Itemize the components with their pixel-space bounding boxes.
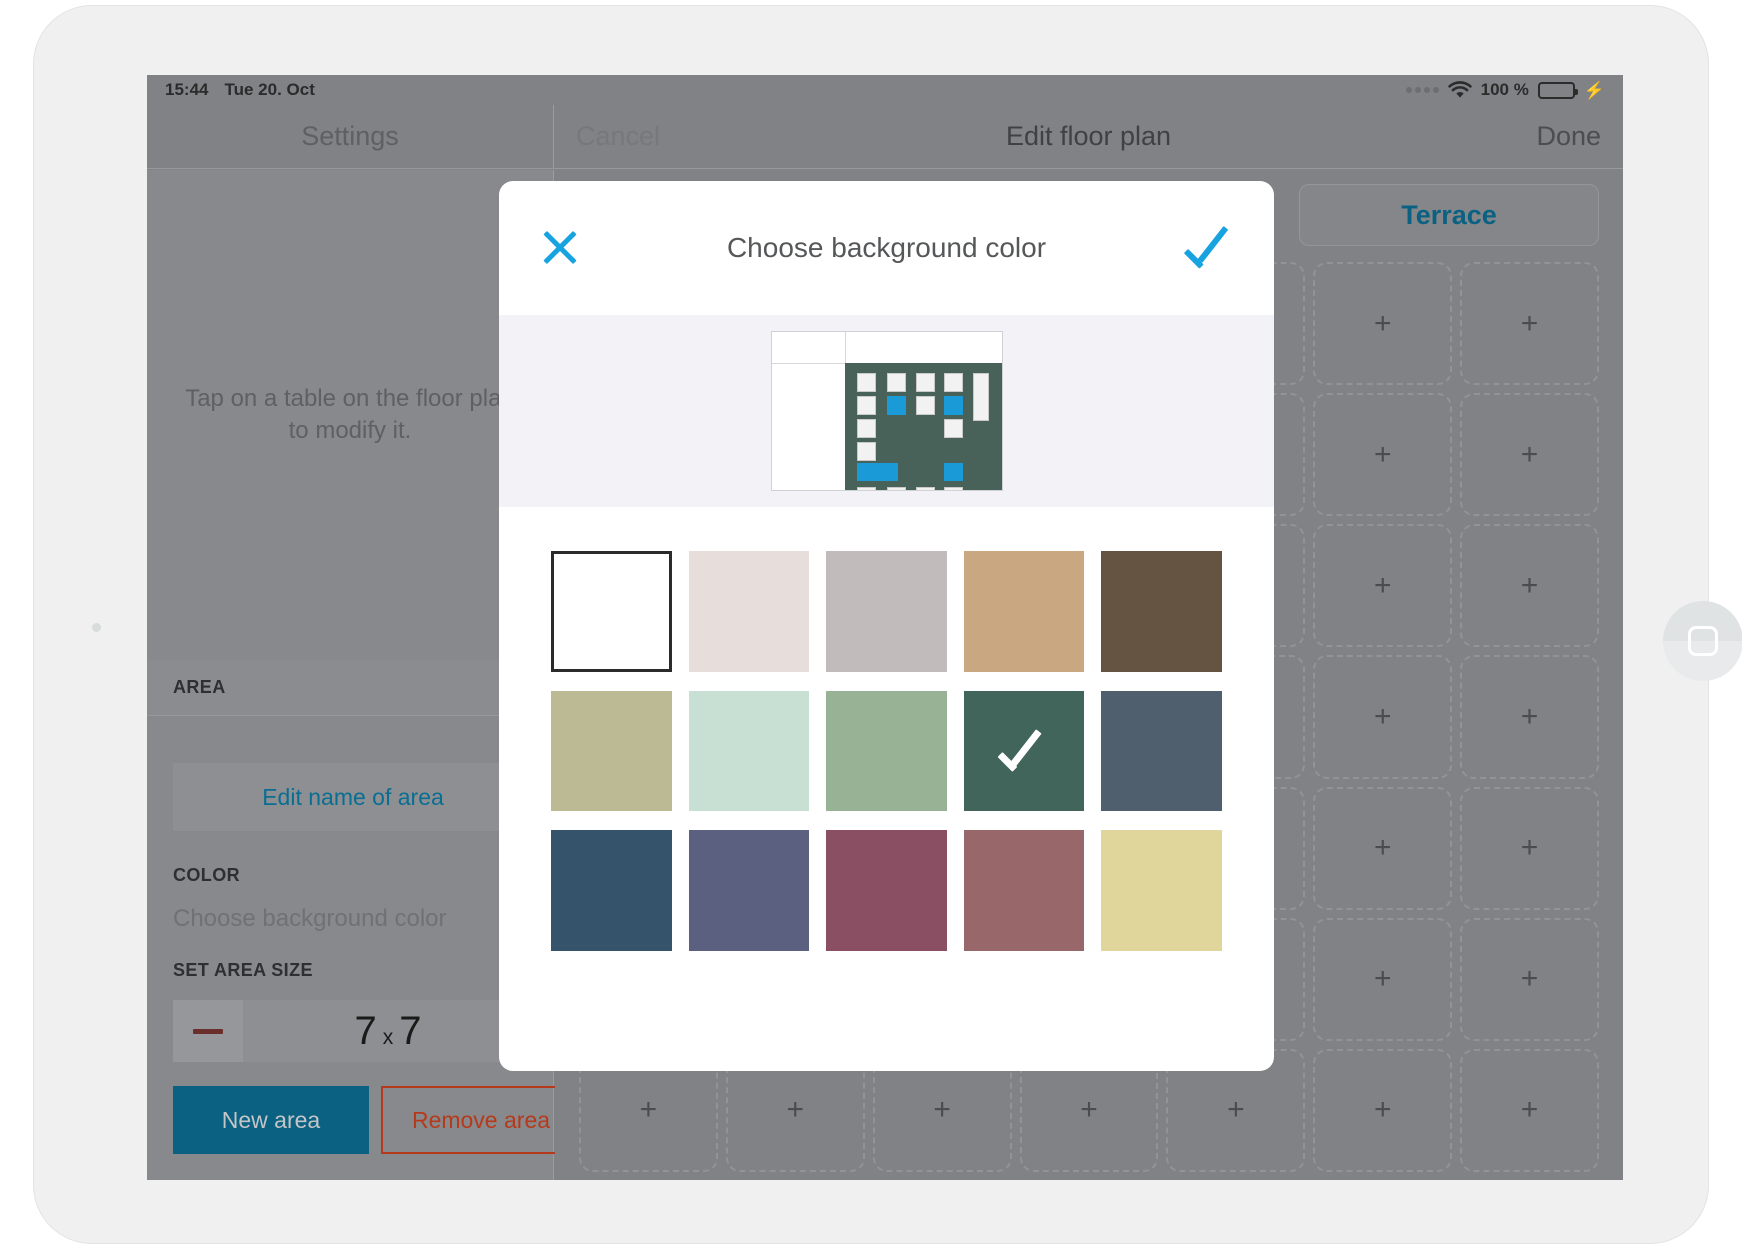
color-swatch-warm-grey[interactable] xyxy=(826,551,947,672)
preview-table xyxy=(943,419,963,438)
color-swatch-sand-yellow[interactable] xyxy=(1101,830,1223,951)
color-swatch-khaki[interactable] xyxy=(551,690,672,812)
checkmark-icon[interactable] xyxy=(1183,226,1236,269)
color-swatch-dusty-rose[interactable] xyxy=(963,830,1085,951)
preview-table xyxy=(856,419,876,438)
preview-table xyxy=(915,487,935,490)
color-swatch-forest-green[interactable] xyxy=(963,690,1085,812)
modal-overlay: Choose background color xyxy=(147,75,1623,1180)
preview-table xyxy=(856,373,876,392)
color-swatch-mint[interactable] xyxy=(688,690,810,812)
ipad-screen: 15:44 Tue 20. Oct 100 % ⚡ Settings Cance… xyxy=(147,75,1623,1180)
preview-table xyxy=(972,373,989,421)
preview-area-background xyxy=(844,363,1002,490)
color-swatch-navy[interactable] xyxy=(551,830,672,951)
dialog-title: Choose background color xyxy=(726,232,1047,263)
color-swatch-blush-grey[interactable] xyxy=(688,551,810,672)
preview-table xyxy=(856,442,876,461)
front-camera-icon xyxy=(92,623,101,632)
home-button[interactable] xyxy=(1663,601,1742,681)
preview-table-selected xyxy=(856,463,898,481)
home-button-square-icon xyxy=(1688,626,1718,656)
swatch-selected-checkmark-icon xyxy=(997,729,1049,772)
color-swatch-indigo[interactable] xyxy=(688,830,810,951)
preview-table xyxy=(943,373,963,392)
preview-table xyxy=(856,487,876,490)
color-swatch-grid xyxy=(551,551,1223,951)
floor-plan-preview xyxy=(770,331,1003,491)
preview-divider-horizontal xyxy=(771,363,845,364)
preview-table xyxy=(915,373,935,392)
done-button[interactable]: Done xyxy=(1536,121,1601,152)
color-swatch-dark-brown[interactable] xyxy=(1101,551,1223,672)
preview-band xyxy=(499,315,1274,507)
preview-table-selected xyxy=(943,396,963,415)
color-swatch-tan[interactable] xyxy=(963,551,1085,672)
preview-table xyxy=(856,396,876,415)
dialog-header: Choose background color xyxy=(499,181,1274,315)
color-swatch-section xyxy=(499,507,1274,951)
ipad-device-frame: 15:44 Tue 20. Oct 100 % ⚡ Settings Cance… xyxy=(34,6,1742,1243)
preview-table xyxy=(886,373,906,392)
color-swatch-white[interactable] xyxy=(551,551,672,672)
color-swatch-sage-green[interactable] xyxy=(826,690,947,812)
preview-table xyxy=(886,487,906,490)
close-x-icon[interactable] xyxy=(537,225,583,271)
preview-table-selected xyxy=(886,396,906,415)
preview-table xyxy=(915,396,935,415)
color-swatch-slate-blue[interactable] xyxy=(1101,690,1223,812)
color-swatch-plum[interactable] xyxy=(826,830,947,951)
choose-background-color-dialog: Choose background color xyxy=(499,181,1274,1071)
preview-table xyxy=(943,487,963,490)
preview-table-selected xyxy=(943,463,963,481)
